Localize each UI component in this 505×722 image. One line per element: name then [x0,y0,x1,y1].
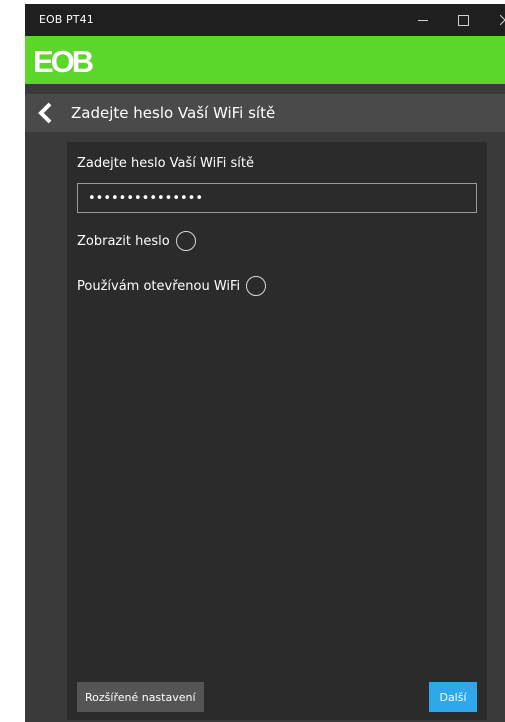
minimize-icon [418,19,428,21]
open-wifi-label: Používám otevřenou WiFi [77,278,241,294]
show-password-radio[interactable] [175,231,196,251]
password-label: Zadejte heslo Vaší WiFi sítě [77,156,254,171]
navigation-bar: Zadejte heslo Vaší WiFi sítě [25,94,505,132]
back-button[interactable] [35,101,59,125]
maximize-button[interactable] [445,4,481,36]
open-wifi-option[interactable]: Používám otevřenou WiFi [77,276,267,296]
logo-text: EOB [33,46,93,76]
wifi-password-panel: Zadejte heslo Vaší WiFi sítě Zobrazit he… [67,142,487,720]
show-password-option[interactable]: Zobrazit heslo [77,231,196,251]
show-password-label: Zobrazit heslo [77,233,170,249]
title-bar: EOB PT41 [25,4,505,36]
password-input[interactable] [77,183,477,213]
next-button[interactable]: Další [429,682,477,712]
eob-logo: EOB [33,46,96,76]
maximize-icon [457,14,469,26]
brand-bar: EOB [25,36,505,84]
chevron-left-icon [38,102,52,124]
app-window: EOB PT41 EOB Zadejte heslo Vaší WiFi sít… [25,4,505,722]
window-title: EOB PT41 [39,13,94,26]
advanced-settings-button[interactable]: Rozšířené nastavení [77,682,204,712]
close-button[interactable] [487,4,505,36]
minimize-button[interactable] [405,4,441,36]
open-wifi-radio[interactable] [246,276,267,296]
page-title: Zadejte heslo Vaší WiFi sítě [71,104,276,122]
close-icon [500,15,505,25]
